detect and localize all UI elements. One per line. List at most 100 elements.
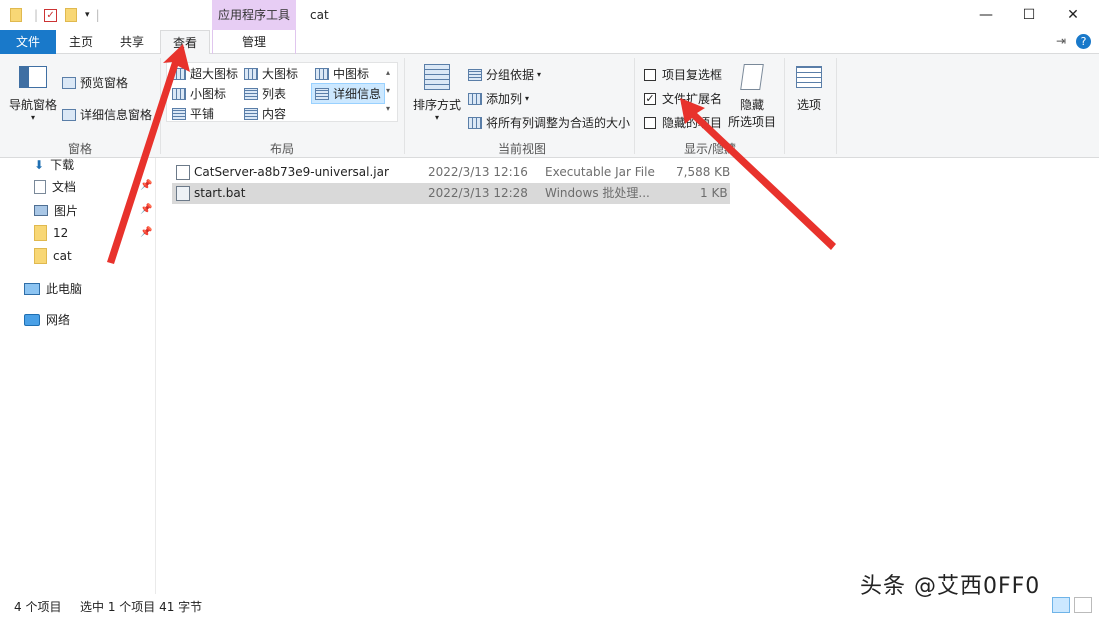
hidden-items-toggle[interactable]: 隐藏的项目	[644, 114, 722, 131]
options-icon	[796, 66, 822, 88]
nav-item-label: cat	[53, 249, 72, 263]
nav-item-pictures[interactable]: 图片	[34, 202, 78, 219]
tab-share[interactable]: 共享	[108, 30, 156, 54]
nav-pane-icon	[19, 66, 47, 88]
group-label-show-hide: 显示/隐藏	[683, 142, 737, 156]
add-column-label: 添加列	[486, 92, 523, 106]
layout-details[interactable]: 详细信息	[311, 83, 386, 104]
item-checkboxes-toggle[interactable]: 项目复选框	[644, 66, 722, 83]
network-icon	[24, 313, 40, 326]
nav-item-label: 网络	[46, 313, 71, 327]
large-icons-icon	[244, 67, 258, 80]
layout-item-label: 中图标	[333, 67, 370, 81]
checkbox-icon	[644, 116, 656, 129]
chevron-down-icon: ▾	[30, 113, 35, 122]
nav-item-folder-cat[interactable]: cat	[34, 248, 72, 264]
file-type: Executable Jar File	[545, 165, 655, 179]
pin-icon[interactable]: 📌	[140, 180, 152, 191]
file-extensions-toggle[interactable]: ✓ 文件扩展名	[644, 90, 722, 107]
size-all-columns-button[interactable]: 将所有列调整为合适的大小	[468, 114, 630, 131]
layout-item-label: 平铺	[190, 107, 215, 121]
large-icons-view-button[interactable]	[1074, 597, 1092, 613]
file-row-selected[interactable]: start.bat 2022/3/13 12:28 Windows 批处理...…	[172, 183, 730, 204]
preview-pane-button[interactable]: 预览窗格	[62, 74, 128, 91]
layout-list[interactable]: 列表	[244, 85, 286, 102]
sort-by-label: 排序方式	[412, 98, 461, 112]
nav-pane-button[interactable]: 导航窗格 ▾	[9, 66, 57, 122]
nav-item-label: 此电脑	[46, 282, 83, 296]
ribbon: 导航窗格 ▾ 预览窗格 详细信息窗格 窗格 超大图标 大图标 中图标 小图标 列…	[0, 54, 1099, 158]
customize-dropdown-icon[interactable]: ▾	[85, 10, 90, 20]
layout-item-label: 小图标	[190, 87, 227, 101]
file-extensions-label: 文件扩展名	[662, 92, 723, 106]
layout-small-icons[interactable]: 小图标	[172, 85, 226, 102]
tab-view[interactable]: 查看	[160, 30, 210, 55]
size-all-columns-label: 将所有列调整为合适的大小	[486, 116, 631, 130]
chevron-down-icon: ▾	[525, 94, 530, 103]
folder-icon	[34, 248, 47, 264]
layout-extra-large-icons[interactable]: 超大图标	[172, 65, 238, 82]
file-type: Windows 批处理...	[545, 186, 650, 200]
new-folder-icon[interactable]	[65, 8, 78, 22]
help-icon[interactable]: ?	[1076, 34, 1091, 49]
document-icon	[34, 179, 46, 194]
details-view-button[interactable]	[1052, 597, 1070, 613]
tab-file[interactable]: 文件	[0, 30, 56, 54]
item-checkboxes-label: 项目复选框	[662, 68, 723, 82]
layout-large-icons[interactable]: 大图标	[244, 65, 298, 82]
hide-selected-label-1: 隐藏	[739, 98, 764, 112]
layout-scroll-icon[interactable]: ▴ ▾ ▾	[386, 64, 390, 118]
hide-selected-items-button[interactable]: 隐藏 所选项目	[728, 64, 776, 130]
medium-icons-icon	[315, 67, 329, 80]
toolbar-separator: |	[34, 8, 39, 22]
add-column-icon	[468, 92, 482, 105]
layout-item-label: 详细信息	[333, 87, 382, 101]
tab-manage[interactable]: 管理	[212, 30, 296, 54]
chevron-down-icon: ▾	[537, 70, 542, 79]
group-by-icon	[468, 68, 482, 81]
title-bar: | ✓ ▾ | 应用程序工具 cat — ☐ ✕	[0, 0, 1099, 30]
group-label-current-view: 当前视图	[497, 142, 546, 156]
group-separator	[160, 58, 161, 154]
checked-checkbox-icon: ✓	[644, 91, 656, 105]
hide-selected-icon	[740, 64, 764, 90]
layout-tiles[interactable]: 平铺	[172, 105, 214, 122]
nav-item-label: 12	[53, 226, 69, 240]
toolbar-separator: |	[95, 8, 100, 22]
add-column-button[interactable]: 添加列 ▾	[468, 90, 529, 107]
nav-item-network[interactable]: 网络	[24, 311, 70, 328]
nav-item-this-pc[interactable]: 此电脑	[24, 280, 82, 297]
computer-icon	[24, 282, 40, 295]
hidden-items-label: 隐藏的项目	[662, 116, 723, 130]
group-by-button[interactable]: 分组依据 ▾	[468, 66, 541, 83]
window-title: cat	[310, 8, 329, 22]
file-name: start.bat	[194, 186, 246, 200]
preview-pane-icon	[62, 76, 76, 89]
layout-content[interactable]: 内容	[244, 105, 286, 122]
layout-medium-icons[interactable]: 中图标	[315, 65, 369, 82]
tiles-icon	[172, 107, 186, 120]
tab-home[interactable]: 主页	[58, 30, 104, 54]
nav-item-downloads[interactable]: ⬇ 下载	[34, 156, 74, 173]
minimize-ribbon-icon[interactable]: ⇥	[1056, 34, 1066, 48]
folder-icon	[34, 225, 47, 241]
chevron-down-icon: ▾	[434, 113, 439, 122]
nav-item-label: 下载	[50, 158, 75, 172]
app-tools-context-tab: 应用程序工具	[212, 0, 296, 30]
nav-item-folder-12[interactable]: 12	[34, 225, 68, 241]
folder-icon	[10, 8, 22, 22]
close-button[interactable]: ✕	[1050, 0, 1096, 30]
details-pane-button[interactable]: 详细信息窗格	[62, 106, 152, 123]
properties-icon[interactable]: ✓	[44, 8, 58, 22]
options-button[interactable]: 选项	[794, 66, 824, 113]
file-row[interactable]: CatServer-a8b73e9-universal.jar 2022/3/1…	[172, 162, 730, 183]
sort-by-button[interactable]: 排序方式 ▾	[412, 64, 462, 122]
maximize-button[interactable]: ☐	[1006, 0, 1052, 30]
details-icon	[315, 87, 329, 100]
selection-info: 选中 1 个项目 41 字节	[80, 600, 203, 614]
preview-pane-label: 预览窗格	[80, 76, 129, 90]
pin-icon[interactable]: 📌	[140, 227, 152, 238]
pin-icon[interactable]: 📌	[140, 204, 152, 215]
nav-item-documents[interactable]: 文档	[34, 178, 76, 195]
minimize-button[interactable]: —	[963, 0, 1009, 30]
